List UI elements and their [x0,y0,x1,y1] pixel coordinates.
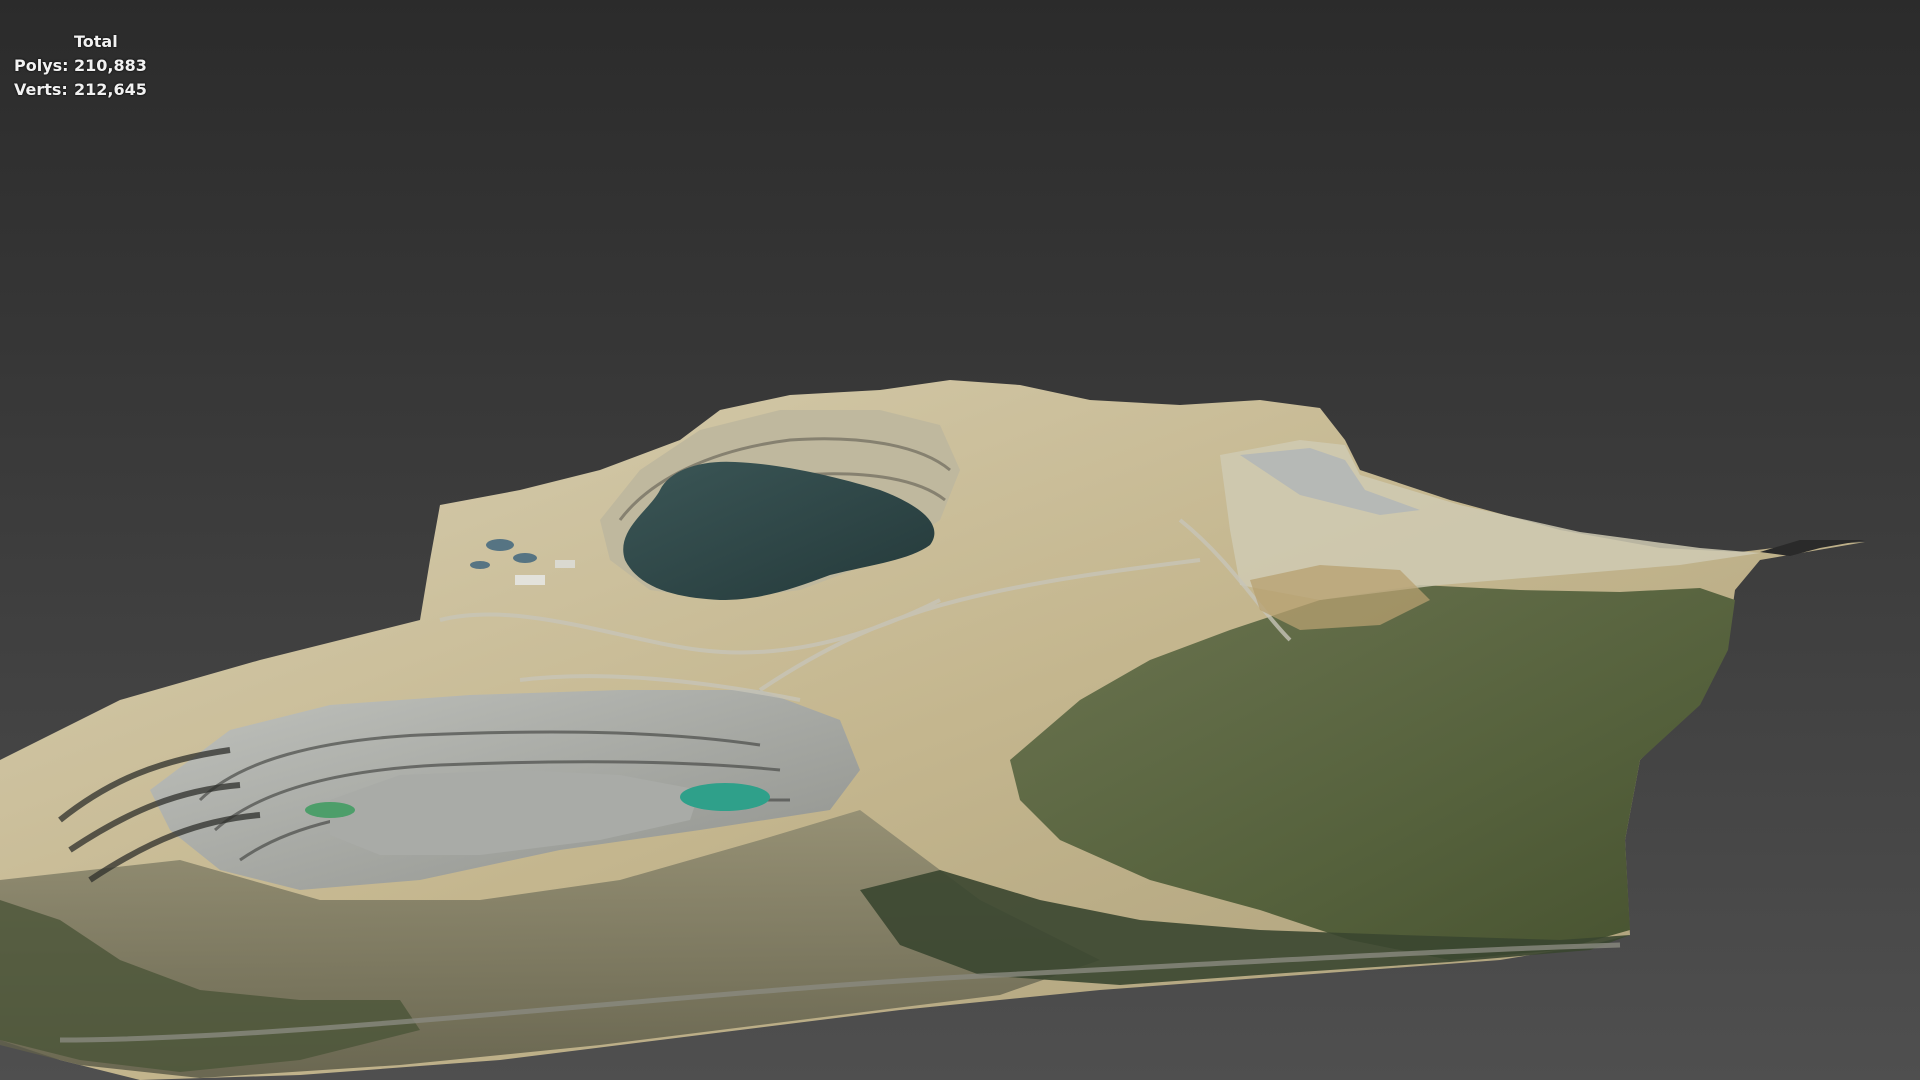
verts-label: Verts: [14,80,68,99]
stats-title: Total [74,32,118,51]
pit-pond-green [305,802,355,818]
polys-row: Polys: 210,883 [14,54,147,78]
verts-row: Verts: 212,645 [14,78,147,102]
stats-title-row: Total [14,30,147,54]
polys-label: Polys: [14,56,69,75]
verts-value: 212,645 [74,80,147,99]
mesh-tip [1760,540,1865,556]
terrain-mesh[interactable] [0,0,1920,1080]
viewport-statistics: Total Polys: 210,883 Verts: 212,645 [14,30,147,102]
polys-value: 210,883 [74,56,147,75]
pit-pond-teal [680,783,770,811]
3d-viewport[interactable]: Total Polys: 210,883 Verts: 212,645 [0,0,1920,1080]
